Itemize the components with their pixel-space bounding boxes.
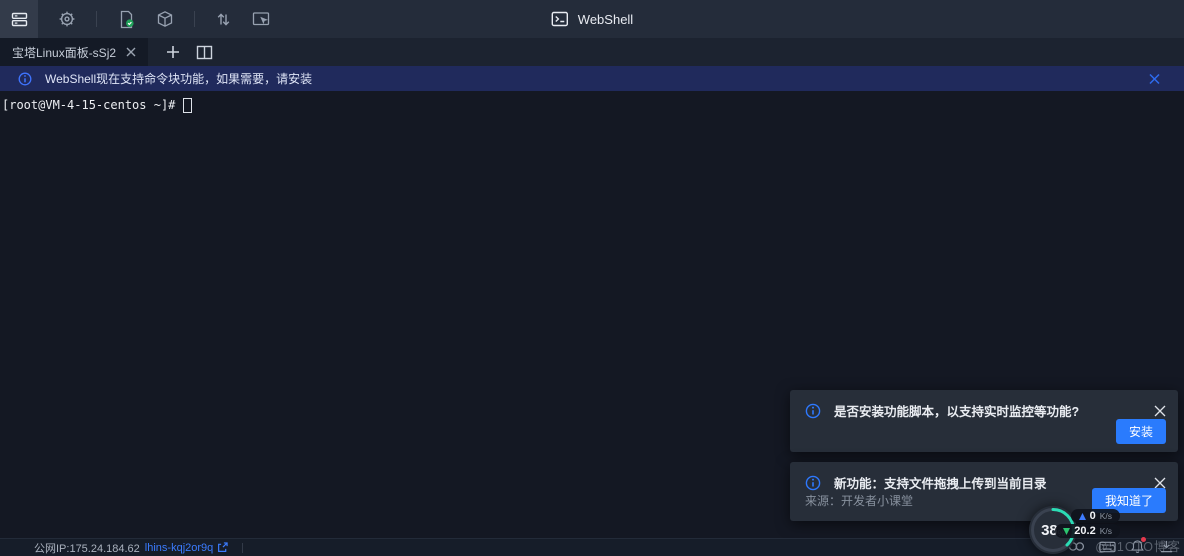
toast-source: 来源：开发者小课堂 (805, 492, 913, 509)
sort-transfer-icon[interactable] (215, 11, 232, 28)
app-title-label: WebShell (578, 12, 633, 27)
tab-baota-panel[interactable]: 宝塔Linux面板-sSj2 (0, 38, 148, 66)
package-box-icon[interactable] (156, 10, 174, 28)
terminal-cursor (183, 98, 192, 113)
keyboard-icon[interactable] (1099, 540, 1116, 554)
topbar-divider (194, 11, 195, 27)
download-icon[interactable] (1159, 539, 1174, 554)
terminal-prompt-line: [root@VM-4-15-centos ~]# (2, 96, 192, 114)
bell-icon[interactable] (1130, 539, 1145, 554)
external-link-icon[interactable] (217, 542, 228, 553)
webshell-app: WebShell 宝塔Linux面板-sSj2 (0, 0, 1184, 556)
upload-arrow-icon (1079, 513, 1086, 520)
banner-close-icon[interactable] (1149, 73, 1160, 84)
download-unit: K/s (1100, 526, 1112, 536)
webshell-banner: WebShell现在支持命令块功能，如果需要，请安装 (0, 66, 1184, 91)
upload-speed-row: 0 K/s (1071, 509, 1120, 523)
tabbar: 宝塔Linux面板-sSj2 (0, 38, 1184, 66)
close-icon[interactable] (1154, 405, 1166, 417)
statusbar: 公网IP:175.24.184.62 lhins-kqj2or9q (0, 538, 1184, 556)
statusbar-divider (242, 543, 243, 553)
notification-badge (1141, 537, 1146, 542)
split-pane-icon[interactable] (196, 45, 213, 60)
terminal-prompt: [root@VM-4-15-centos ~]# (2, 96, 183, 114)
close-icon[interactable] (1154, 477, 1166, 489)
hostname-link[interactable]: lhins-kqj2or9q (145, 542, 213, 554)
tab-actions (166, 38, 213, 66)
app-title: WebShell (551, 0, 633, 38)
download-speed-row: 20.2 K/s (1055, 524, 1120, 538)
download-arrow-icon (1063, 528, 1070, 535)
server-list-button[interactable] (0, 0, 38, 38)
banner-message: WebShell现在支持命令块功能，如果需要，请安装 (45, 70, 312, 87)
toast-install-script: 是否安装功能脚本，以支持实时监控等功能? 安装 (790, 390, 1178, 452)
settings-gear-icon[interactable] (58, 10, 76, 28)
tab-label: 宝塔Linux面板-sSj2 (12, 44, 116, 61)
toast-message: 是否安装功能脚本，以支持实时监控等功能? (834, 401, 1146, 420)
upload-unit: K/s (1100, 511, 1112, 521)
topbar: WebShell (0, 0, 1184, 38)
topbar-divider (96, 11, 97, 27)
server-list-icon (11, 11, 28, 28)
statusbar-icons (1068, 539, 1174, 554)
window-select-icon[interactable] (252, 10, 270, 28)
tab-close-icon[interactable] (126, 47, 136, 57)
network-stats: 0 K/s 20.2 K/s (1055, 509, 1120, 538)
new-tab-icon[interactable] (166, 45, 180, 59)
info-icon (805, 403, 821, 419)
topbar-tools (58, 10, 270, 29)
upload-value: 0 (1090, 510, 1096, 522)
public-ip-label: 公网IP:175.24.184.62 (34, 540, 140, 556)
info-icon (18, 72, 32, 86)
terminal-logo-icon (551, 10, 569, 28)
toast-head: 是否安装功能脚本，以支持实时监控等功能? (790, 390, 1178, 420)
statusbar-left: 公网IP:175.24.184.62 lhins-kqj2or9q (34, 540, 243, 556)
download-value: 20.2 (1074, 525, 1095, 537)
script-check-icon[interactable] (117, 10, 136, 29)
install-button[interactable]: 安装 (1116, 419, 1166, 444)
